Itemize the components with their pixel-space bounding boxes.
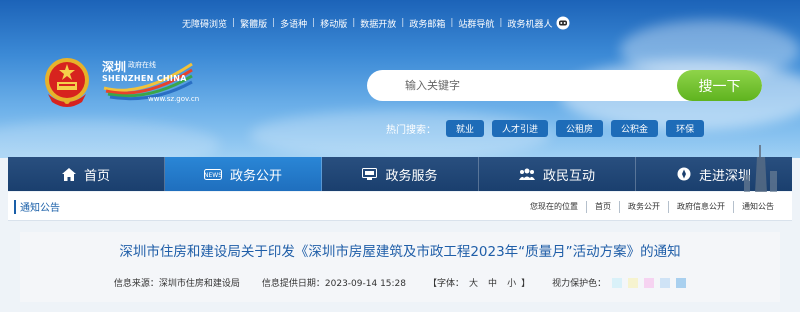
divider: [733, 200, 734, 213]
hot-tag-talent[interactable]: 人才引进: [492, 120, 549, 137]
font-size-large[interactable]: 大: [469, 276, 478, 289]
nav-home[interactable]: 首页: [8, 157, 165, 191]
svg-text:NEWS: NEWS: [204, 172, 222, 179]
font-size-close: 】: [521, 279, 531, 289]
vision-color-swatch[interactable]: [612, 277, 623, 288]
divider: |: [499, 18, 503, 28]
link-gov-mail[interactable]: 政务邮箱: [409, 17, 445, 30]
search-input[interactable]: [367, 70, 677, 101]
section-title: 通知公告: [14, 192, 60, 221]
link-accessibility[interactable]: 无障碍浏览: [182, 17, 227, 30]
divider: |: [450, 18, 454, 28]
link-mobile[interactable]: 移动版: [320, 17, 347, 30]
article-panel: 深圳市住房和建设局关于印发《深圳市房屋建筑及市政工程2023年“质量月”活动方案…: [20, 232, 780, 302]
divider: |: [352, 18, 356, 28]
hot-tag-public-housing[interactable]: 公租房: [556, 120, 604, 137]
divider: |: [272, 18, 276, 28]
search-button[interactable]: 搜一下: [677, 70, 762, 101]
breadcrumb-item-notices[interactable]: 通知公告: [742, 201, 774, 212]
nav-interaction-label: 政民互动: [542, 168, 595, 184]
logo-shenzhen-text: 深圳: [102, 60, 127, 74]
vision-color-swatch[interactable]: [628, 277, 639, 288]
vision-color-swatch[interactable]: [676, 277, 687, 288]
link-site-navigation[interactable]: 站群导航: [458, 17, 494, 30]
divider: [668, 200, 669, 213]
logo-gov-online-text: 政府在线: [128, 61, 156, 69]
font-size-medium[interactable]: 中: [488, 276, 497, 289]
link-gov-robot[interactable]: 政务机器人: [507, 17, 552, 30]
link-multilingual[interactable]: 多语种: [280, 17, 307, 30]
vision-protection-label: 视力保护色：: [552, 279, 607, 289]
nav-gov-affairs[interactable]: NEWS 政务公开: [165, 157, 322, 191]
divider: |: [401, 18, 405, 28]
link-traditional-chinese[interactable]: 繁體版: [240, 17, 267, 30]
breadcrumb-item-home[interactable]: 首页: [595, 201, 611, 212]
divider: |: [312, 18, 316, 28]
breadcrumb-location-label: 您现在的位置: [530, 202, 578, 211]
search-box: 搜一下: [367, 70, 762, 101]
robot-icon[interactable]: [556, 16, 570, 30]
hot-search: 热门搜索： 就业 人才引进 公租房 公积金 环保: [386, 120, 712, 137]
hot-tag-employment[interactable]: 就业: [446, 120, 485, 137]
breadcrumb-bar: 通知公告 您现在的位置 首页 政务公开 政府信息公开 通知公告: [8, 192, 792, 221]
article-meta: 信息来源：深圳市住房和建设局 信息提供日期：2023-09-14 15:28 【…: [20, 276, 780, 289]
top-utility-links: 无障碍浏览 | 繁體版 | 多语种 | 移动版 | 数据开放 | 政务邮箱 | …: [182, 15, 570, 31]
nav-interaction[interactable]: 政民互动: [479, 157, 636, 191]
nav-home-label: 首页: [83, 168, 110, 184]
hot-search-label: 热门搜索：: [386, 125, 436, 136]
hot-tag-housing-fund[interactable]: 公积金: [611, 120, 659, 137]
home-icon: [61, 167, 76, 181]
news-icon: NEWS: [203, 168, 222, 180]
divider: |: [232, 18, 236, 28]
breadcrumb: 您现在的位置 首页 政务公开 政府信息公开 通知公告: [530, 192, 774, 221]
divider: [586, 200, 587, 213]
divider: [619, 200, 620, 213]
hot-tag-environment[interactable]: 环保: [666, 120, 705, 137]
cloud-decoration: [0, 120, 220, 158]
font-size-label: 【字体：: [428, 279, 465, 289]
breadcrumb-item-gov-info[interactable]: 政府信息公开: [677, 201, 725, 212]
compass-icon: [677, 167, 691, 181]
font-size-small[interactable]: 小: [507, 276, 516, 289]
nav-gov-services[interactable]: 政务服务: [322, 157, 479, 191]
main-nav: 首页 NEWS 政务公开 政务服务 政民互动 走进深圳: [8, 157, 792, 191]
article-title: 深圳市住房和建设局关于印发《深圳市房屋建筑及市政工程2023年“质量月”活动方案…: [119, 244, 681, 260]
link-open-data[interactable]: 数据开放: [360, 17, 396, 30]
monitor-icon: [362, 168, 378, 180]
national-emblem-icon: [45, 58, 89, 107]
article-source: 信息来源：深圳市住房和建设局: [113, 279, 240, 289]
breadcrumb-item-gov-affairs[interactable]: 政务公开: [628, 201, 660, 212]
nav-gov-affairs-label: 政务公开: [229, 168, 282, 184]
nav-gov-services-label: 政务服务: [385, 168, 438, 184]
logo-english-text: SHENZHEN CHINA: [102, 74, 187, 83]
people-icon: [518, 168, 535, 180]
tower-decoration-icon: [744, 145, 777, 193]
vision-color-swatch[interactable]: [644, 277, 655, 288]
header-banner: 无障碍浏览 | 繁體版 | 多语种 | 移动版 | 数据开放 | 政务邮箱 | …: [0, 0, 800, 158]
article-date: 信息提供日期：2023-09-14 15:28: [261, 279, 407, 289]
vision-color-swatch[interactable]: [660, 277, 671, 288]
logo-url-text: www.sz.gov.cn: [148, 95, 200, 103]
